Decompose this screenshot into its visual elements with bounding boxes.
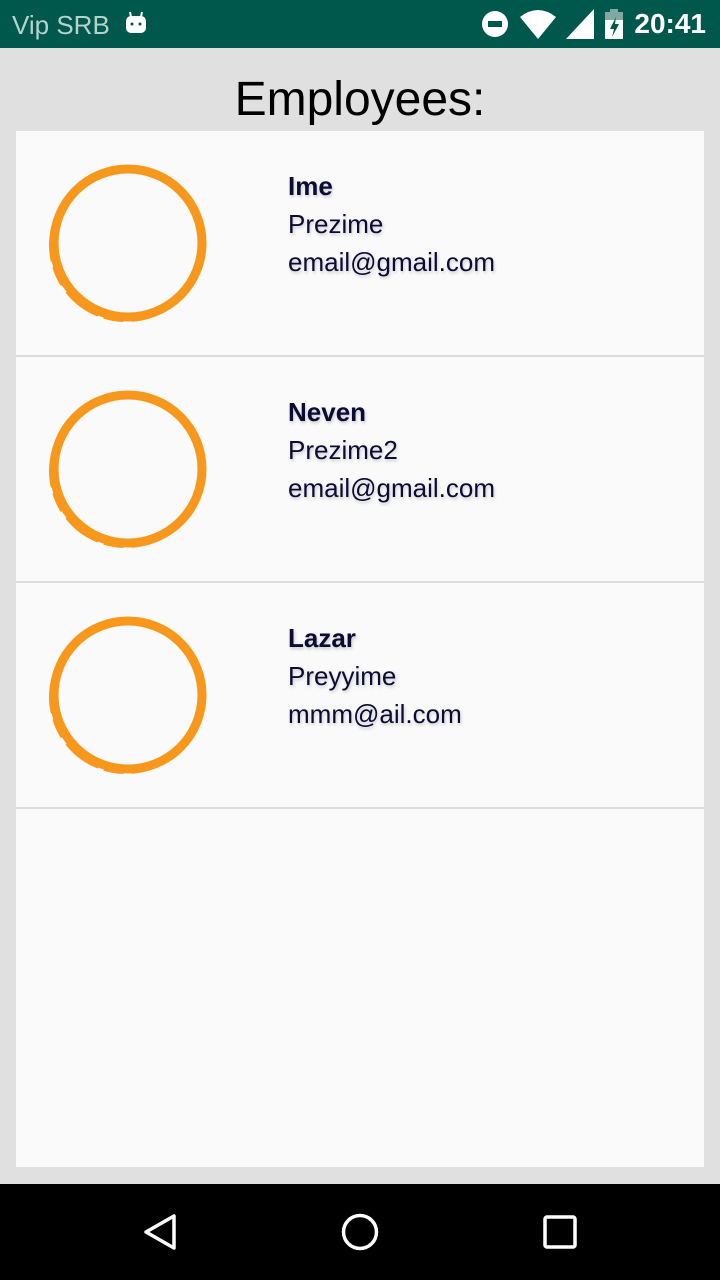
employee-first-name: Ime <box>288 171 333 201</box>
back-button-icon[interactable] <box>140 1212 180 1252</box>
employee-list-item[interactable]: Lazar Preyyime mmm@ail.com <box>16 583 704 809</box>
carrier-label: Vip SRB <box>12 10 110 40</box>
home-button-icon[interactable] <box>340 1212 380 1252</box>
employee-email: email@gmail.com <box>288 473 495 503</box>
employee-list[interactable]: Ime Prezime email@gmail.com Neven Prezim… <box>16 131 704 1167</box>
navigation-bar <box>0 1184 720 1280</box>
clock: 20:41 <box>634 8 706 39</box>
avatar-circle-icon <box>49 616 207 774</box>
employee-list-item[interactable]: Neven Prezime2 email@gmail.com <box>16 357 704 583</box>
wifi-icon <box>520 10 557 39</box>
employee-first-name: Lazar <box>288 623 356 653</box>
employee-last-name: Preyyime <box>288 661 397 691</box>
employee-email: email@gmail.com <box>288 247 495 277</box>
battery-charging-icon <box>605 9 624 39</box>
page-title: Employees: <box>234 73 486 126</box>
avatar-circle-icon <box>49 164 207 322</box>
employee-last-name: Prezime2 <box>288 435 398 465</box>
avatar-circle-icon <box>49 390 207 548</box>
status-bar: Vip SRB 20:41 <box>0 0 720 48</box>
employee-first-name: Neven <box>288 397 367 427</box>
employee-email: mmm@ail.com <box>288 699 462 729</box>
employee-list-item[interactable]: Ime Prezime email@gmail.com <box>16 131 704 357</box>
android-icon <box>126 11 146 33</box>
recents-button-icon[interactable] <box>542 1212 578 1252</box>
do-not-disturb-icon <box>482 11 509 37</box>
employee-last-name: Prezime <box>288 209 384 239</box>
cell-signal-icon <box>566 9 595 39</box>
